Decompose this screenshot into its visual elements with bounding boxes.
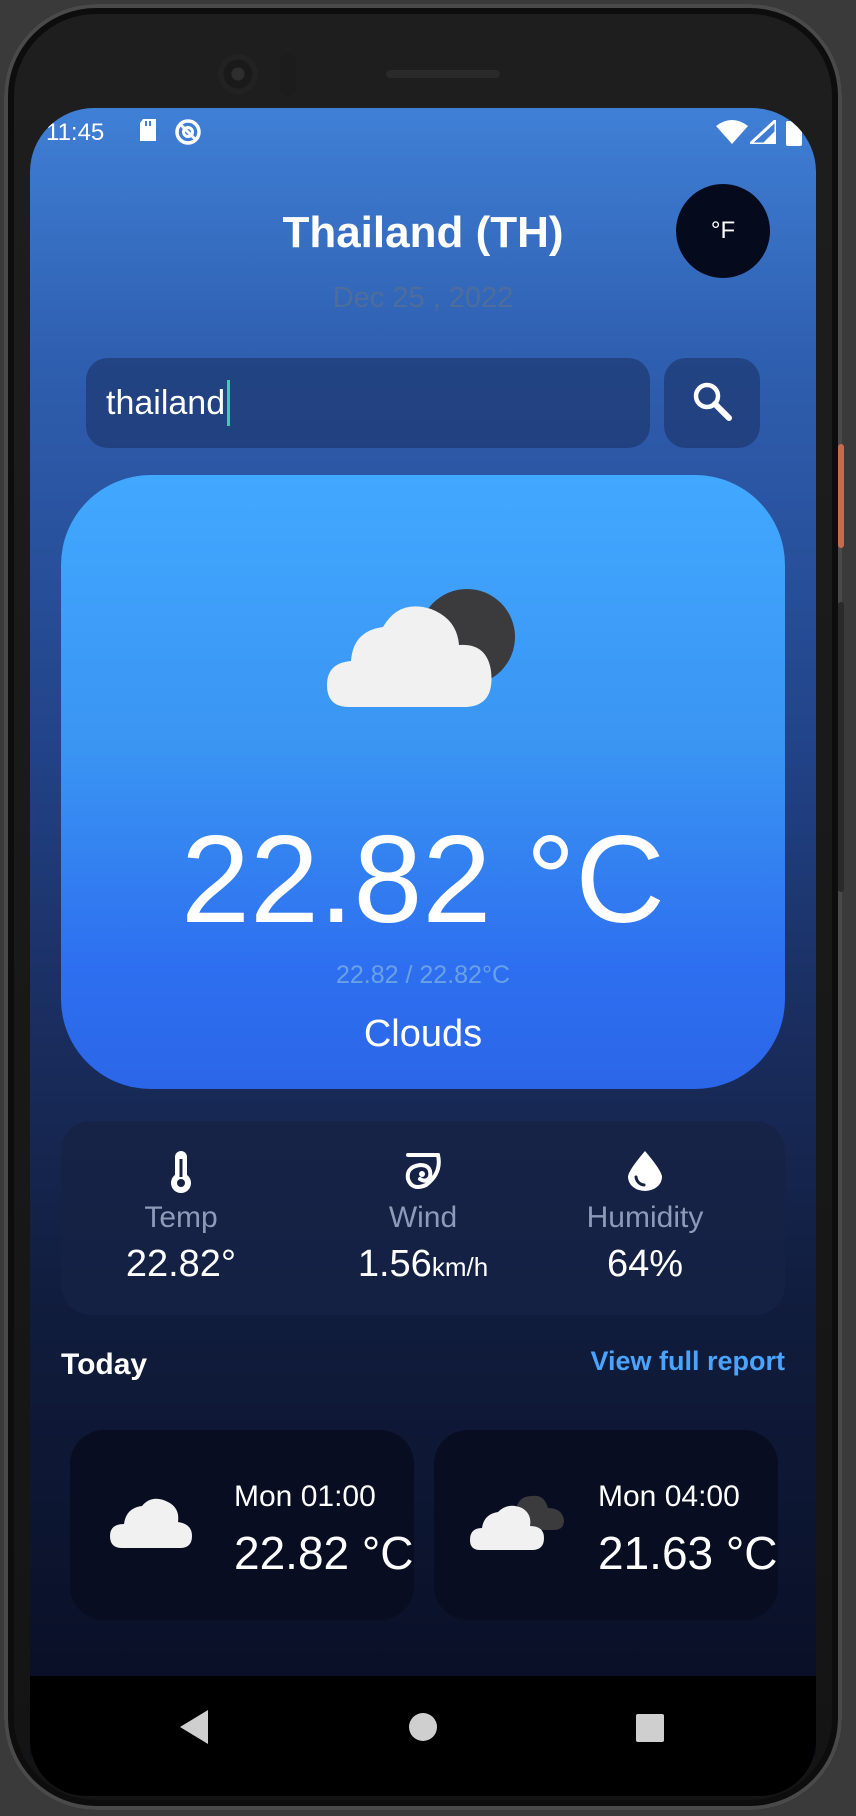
hour-temperature: 21.63 °C bbox=[598, 1527, 778, 1579]
today-heading: Today bbox=[61, 1348, 148, 1381]
unit-toggle-label: °F bbox=[710, 217, 736, 244]
sync-icon bbox=[174, 118, 202, 153]
app-screen: 11:45 Thailand (TH) Dec 25 , 2022 °F tha… bbox=[30, 108, 816, 1756]
thermometer-icon bbox=[61, 1151, 301, 1193]
view-full-report-link[interactable]: View full report bbox=[590, 1346, 785, 1377]
current-weather-card: 22.82 °C 22.82 / 22.82°C Clouds bbox=[61, 475, 785, 1089]
text-caret bbox=[227, 380, 231, 426]
stat-wind: Wind 1.56km/h bbox=[303, 1121, 543, 1315]
current-temperature: 22.82 °C bbox=[181, 811, 665, 949]
proximity-sensor bbox=[280, 54, 296, 96]
stat-temp-value: 22.82° bbox=[125, 1243, 237, 1285]
search-input[interactable]: thailand bbox=[86, 358, 650, 448]
stat-temp-label: Temp bbox=[144, 1201, 218, 1234]
recents-icon[interactable] bbox=[636, 1714, 664, 1747]
status-bar: 11:45 bbox=[30, 108, 816, 156]
sd-card-icon bbox=[138, 118, 158, 149]
hourly-forecast-card[interactable]: Mon 04:00 21.63 °C bbox=[434, 1430, 778, 1620]
cloud-icon bbox=[110, 1494, 192, 1555]
search-icon bbox=[691, 380, 733, 427]
stat-humidity-label: Humidity bbox=[586, 1201, 704, 1234]
weather-stats-panel: Temp 22.82° Wind 1.56km/h Humidity 64% bbox=[61, 1121, 785, 1315]
hour-time: Mon 04:00 bbox=[598, 1480, 740, 1513]
status-time: 11:45 bbox=[46, 119, 105, 146]
front-camera bbox=[218, 54, 258, 94]
clouds-icon bbox=[470, 1490, 566, 1557]
hour-time: Mon 01:00 bbox=[234, 1480, 376, 1513]
hour-temperature: 22.82 °C bbox=[234, 1527, 414, 1579]
side-button-volume bbox=[838, 602, 844, 892]
stat-temp: Temp 22.82° bbox=[61, 1121, 301, 1315]
navigation-bar bbox=[30, 1676, 816, 1796]
unit-toggle-button[interactable]: °F bbox=[676, 184, 770, 278]
min-max-temperature: 22.82 / 22.82°C bbox=[335, 961, 510, 989]
wind-icon bbox=[303, 1151, 543, 1193]
earpiece-speaker bbox=[384, 68, 502, 80]
weather-condition: Clouds bbox=[363, 1013, 483, 1055]
cloud-moon-icon bbox=[327, 581, 517, 716]
stat-humidity: Humidity 64% bbox=[525, 1121, 765, 1315]
signal-icon bbox=[746, 116, 778, 151]
stat-humidity-value: 64% bbox=[606, 1243, 684, 1285]
side-button-power bbox=[838, 444, 844, 548]
hourly-forecast-card[interactable]: Mon 01:00 22.82 °C bbox=[70, 1430, 414, 1620]
back-icon[interactable] bbox=[180, 1710, 210, 1749]
stat-wind-label: Wind bbox=[388, 1201, 458, 1234]
search-input-value: thailand bbox=[106, 383, 226, 422]
droplet-icon bbox=[525, 1151, 765, 1191]
stat-wind-value: 1.56km/h bbox=[357, 1243, 489, 1285]
current-date: Dec 25 , 2022 bbox=[332, 282, 514, 314]
home-icon[interactable] bbox=[408, 1712, 438, 1747]
battery-icon bbox=[786, 118, 802, 153]
search-button[interactable] bbox=[664, 358, 760, 448]
wifi-icon bbox=[716, 120, 748, 151]
